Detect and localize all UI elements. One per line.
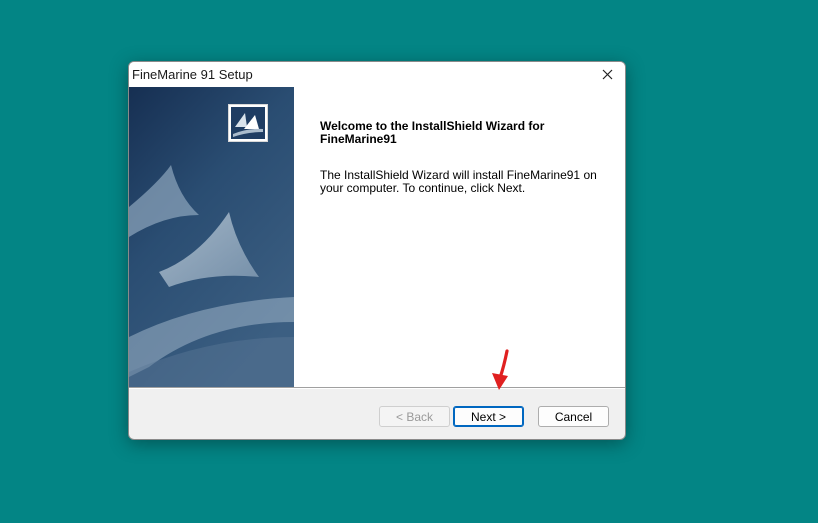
welcome-heading: Welcome to the InstallShield Wizard for … [320, 119, 545, 146]
cancel-button[interactable]: Cancel [538, 406, 609, 427]
title-bar: FineMarine 91 Setup [129, 62, 625, 87]
installshield-logo-icon [231, 107, 265, 139]
welcome-body-text: The InstallShield Wizard will install Fi… [320, 168, 597, 195]
red-arrow-icon [492, 349, 509, 390]
next-button[interactable]: Next > [453, 406, 524, 427]
window-title: FineMarine 91 Setup [132, 67, 253, 82]
close-button[interactable] [597, 65, 619, 85]
wizard-side-banner [129, 87, 294, 387]
wizard-content: Welcome to the InstallShield Wizard for … [129, 87, 625, 387]
back-button[interactable]: < Back [379, 406, 450, 427]
close-icon [602, 69, 613, 80]
setup-dialog: FineMarine 91 Setup Welcome to the Insta… [128, 61, 626, 440]
installshield-logo [228, 104, 268, 142]
button-separator [129, 387, 625, 389]
